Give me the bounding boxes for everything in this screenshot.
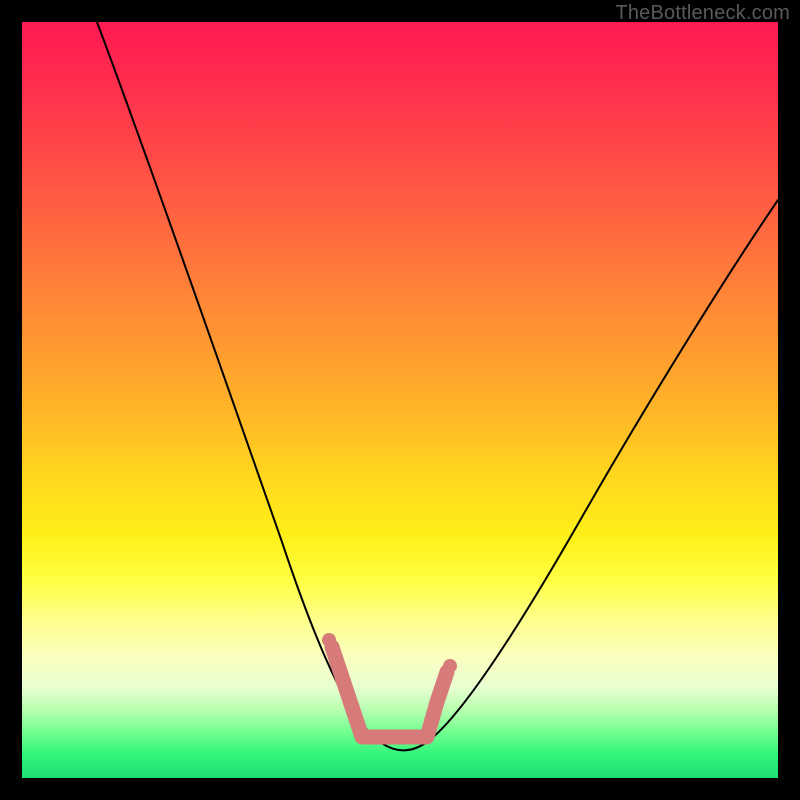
- optimal-marker-dot-top-right: [443, 659, 457, 673]
- optimal-marker: [332, 647, 447, 737]
- chart-area: [22, 22, 778, 778]
- watermark-text: TheBottleneck.com: [615, 2, 790, 25]
- bottleneck-curve: [97, 22, 778, 750]
- bottleneck-curve-svg: [22, 22, 778, 778]
